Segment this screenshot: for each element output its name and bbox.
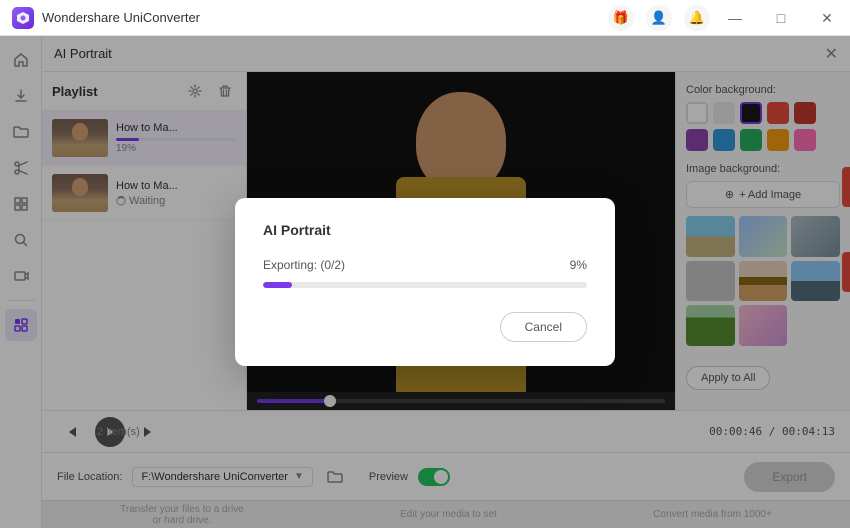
modal-progress-track: [263, 282, 587, 288]
title-bar-icons: 🎁 👤 🔔: [608, 5, 710, 31]
minimize-button[interactable]: —: [712, 0, 758, 36]
modal-title: AI Portrait: [263, 222, 587, 238]
app-logo: [12, 7, 34, 29]
modal-percent: 9%: [570, 258, 587, 272]
app-title: Wondershare UniConverter: [42, 10, 200, 25]
modal-status-text: Exporting: (0/2): [263, 258, 345, 272]
modal: AI Portrait Exporting: (0/2) 9% Cancel: [235, 198, 615, 366]
user-icon[interactable]: 👤: [646, 5, 672, 31]
modal-cancel-button[interactable]: Cancel: [500, 312, 587, 342]
bell-icon[interactable]: 🔔: [684, 5, 710, 31]
modal-overlay: AI Portrait Exporting: (0/2) 9% Cancel: [0, 36, 850, 528]
window-controls: — □ ✕: [712, 0, 850, 36]
maximize-button[interactable]: □: [758, 0, 804, 36]
title-bar: Wondershare UniConverter 🎁 👤 🔔 — □ ✕: [0, 0, 850, 36]
modal-progress-fill: [263, 282, 292, 288]
gift-icon[interactable]: 🎁: [608, 5, 634, 31]
close-button[interactable]: ✕: [804, 0, 850, 36]
modal-actions: Cancel: [263, 312, 587, 342]
modal-status: Exporting: (0/2) 9%: [263, 258, 587, 272]
